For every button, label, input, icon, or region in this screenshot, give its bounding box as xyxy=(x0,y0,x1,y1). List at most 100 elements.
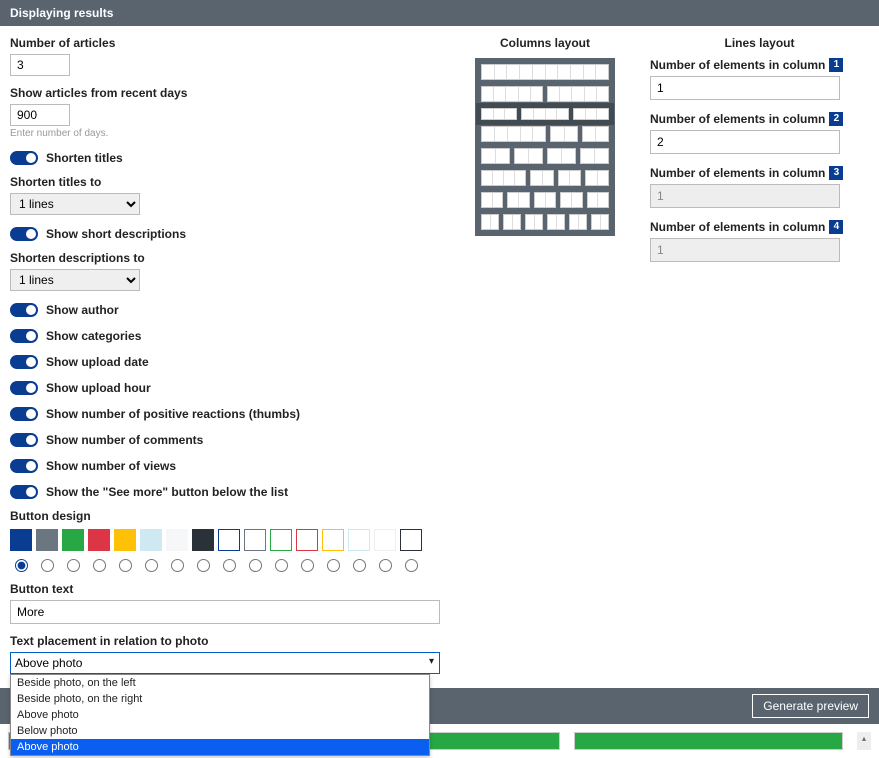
elements-in-column-input-1[interactable] xyxy=(650,76,840,100)
layout-option-2[interactable] xyxy=(479,106,611,122)
left-column: Number of articles Show articles from re… xyxy=(10,36,440,674)
color-radio-3[interactable] xyxy=(93,559,106,572)
scrollbar[interactable]: ▴ xyxy=(857,732,871,750)
num-articles-input[interactable] xyxy=(10,54,70,76)
color-radio-6[interactable] xyxy=(171,559,184,572)
toggle-5[interactable] xyxy=(10,433,38,447)
panel-title: Displaying results xyxy=(10,6,113,20)
color-swatch-0[interactable] xyxy=(10,529,32,551)
color-radio-15[interactable] xyxy=(405,559,418,572)
toggle-4[interactable] xyxy=(10,407,38,421)
color-radio-10[interactable] xyxy=(275,559,288,572)
layout-option-3[interactable] xyxy=(481,126,609,142)
shorten-titles-label: Shorten titles xyxy=(46,151,123,165)
preview-card xyxy=(574,732,843,750)
color-radio-0[interactable] xyxy=(15,559,28,572)
toggle-0[interactable] xyxy=(10,303,38,317)
column-badge-4: 4 xyxy=(829,220,843,234)
color-swatch-9[interactable] xyxy=(244,529,266,551)
shorten-titles-to-label: Shorten titles to xyxy=(10,175,440,189)
placement-option-2[interactable]: Above photo xyxy=(11,707,429,723)
color-radio-9[interactable] xyxy=(249,559,262,572)
toggle-label-1: Show categories xyxy=(46,329,141,343)
color-radio-2[interactable] xyxy=(67,559,80,572)
column-badge-2: 2 xyxy=(829,112,843,126)
layout-option-1[interactable] xyxy=(481,86,609,102)
generate-preview-button[interactable]: Generate preview xyxy=(752,694,869,718)
placement-option-1[interactable]: Beside photo, on the right xyxy=(11,691,429,707)
color-swatch-6[interactable] xyxy=(166,529,188,551)
button-text-input[interactable] xyxy=(10,600,440,624)
placement-dropdown: Beside photo, on the leftBeside photo, o… xyxy=(10,674,430,756)
toggle-7[interactable] xyxy=(10,485,38,499)
button-text-label: Button text xyxy=(10,582,440,596)
color-swatch-10[interactable] xyxy=(270,529,292,551)
color-swatch-15[interactable] xyxy=(400,529,422,551)
layout-option-5[interactable] xyxy=(481,170,609,186)
layout-option-4[interactable] xyxy=(481,148,609,164)
recent-days-label: Show articles from recent days xyxy=(10,86,440,100)
placement-option-4[interactable]: Above photo xyxy=(11,739,429,755)
placement-option-3[interactable]: Below photo xyxy=(11,723,429,739)
toggle-6[interactable] xyxy=(10,459,38,473)
layout-option-7[interactable] xyxy=(481,214,609,230)
toggle-label-4: Show number of positive reactions (thumb… xyxy=(46,407,300,421)
color-radio-12[interactable] xyxy=(327,559,340,572)
elements-in-column-label-3: Number of elements in column 3 xyxy=(650,166,869,180)
color-swatch-7[interactable] xyxy=(192,529,214,551)
color-swatch-4[interactable] xyxy=(114,529,136,551)
color-radio-5[interactable] xyxy=(145,559,158,572)
middle-column: Columns layout xyxy=(460,36,630,674)
num-articles-label: Number of articles xyxy=(10,36,440,50)
color-swatch-14[interactable] xyxy=(374,529,396,551)
swatch-radio-row xyxy=(10,559,440,572)
color-swatch-12[interactable] xyxy=(322,529,344,551)
content-area: Number of articles Show articles from re… xyxy=(0,26,879,684)
layout-option-0[interactable] xyxy=(481,64,609,80)
shorten-titles-toggle[interactable] xyxy=(10,151,38,165)
toggle-label-0: Show author xyxy=(46,303,119,317)
placement-select[interactable] xyxy=(10,652,440,674)
right-column: Lines layout Number of elements in colum… xyxy=(650,36,869,674)
color-swatch-1[interactable] xyxy=(36,529,58,551)
toggle-1[interactable] xyxy=(10,329,38,343)
color-radio-1[interactable] xyxy=(41,559,54,572)
shorten-desc-to-select[interactable]: 1 lines xyxy=(10,269,140,291)
elements-in-column-label-2: Number of elements in column 2 xyxy=(650,112,869,126)
panel-header: Displaying results xyxy=(0,0,879,26)
color-radio-13[interactable] xyxy=(353,559,366,572)
elements-in-column-input-3 xyxy=(650,184,840,208)
shorten-desc-to-label: Shorten descriptions to xyxy=(10,251,440,265)
placement-option-0[interactable]: Beside photo, on the left xyxy=(11,675,429,691)
color-swatch-2[interactable] xyxy=(62,529,84,551)
elements-in-column-input-4 xyxy=(650,238,840,262)
color-radio-14[interactable] xyxy=(379,559,392,572)
layout-option-6[interactable] xyxy=(481,192,609,208)
short-desc-toggle[interactable] xyxy=(10,227,38,241)
lines-layout-heading: Lines layout xyxy=(650,36,869,50)
color-radio-7[interactable] xyxy=(197,559,210,572)
swatch-row xyxy=(10,529,440,551)
toggle-3[interactable] xyxy=(10,381,38,395)
color-radio-11[interactable] xyxy=(301,559,314,572)
color-swatch-11[interactable] xyxy=(296,529,318,551)
color-radio-4[interactable] xyxy=(119,559,132,572)
color-swatch-13[interactable] xyxy=(348,529,370,551)
recent-days-hint: Enter number of days. xyxy=(10,128,440,139)
color-swatch-3[interactable] xyxy=(88,529,110,551)
toggle-label-6: Show number of views xyxy=(46,459,176,473)
color-swatch-8[interactable] xyxy=(218,529,240,551)
elements-in-column-label-1: Number of elements in column 1 xyxy=(650,58,869,72)
color-radio-8[interactable] xyxy=(223,559,236,572)
recent-days-input[interactable] xyxy=(10,104,70,126)
shorten-titles-to-select[interactable]: 1 lines xyxy=(10,193,140,215)
button-design-label: Button design xyxy=(10,509,440,523)
toggle-label-7: Show the "See more" button below the lis… xyxy=(46,485,288,499)
color-swatch-5[interactable] xyxy=(140,529,162,551)
toggle-2[interactable] xyxy=(10,355,38,369)
columns-layout-box xyxy=(475,58,615,236)
elements-in-column-input-2[interactable] xyxy=(650,130,840,154)
toggle-label-5: Show number of comments xyxy=(46,433,203,447)
column-badge-1: 1 xyxy=(829,58,843,72)
column-badge-3: 3 xyxy=(829,166,843,180)
